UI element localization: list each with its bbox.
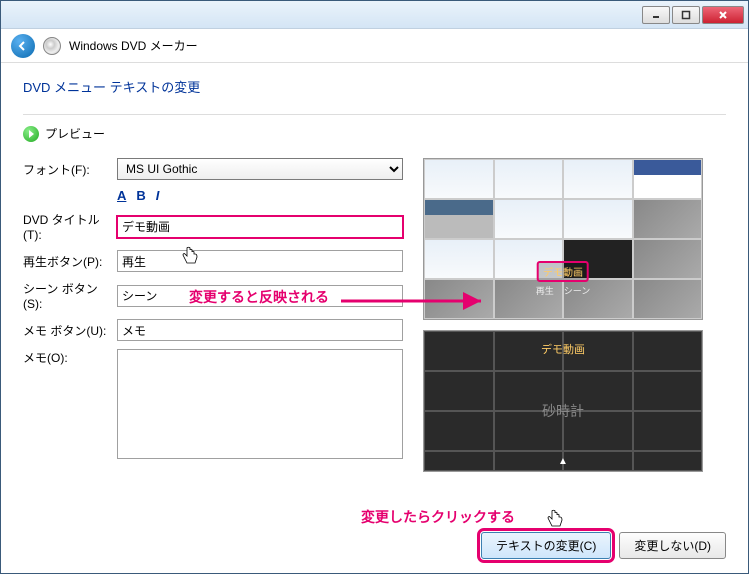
note-textarea[interactable] [117,349,403,459]
preview-menu-title: デモ動画 [537,261,589,282]
preview-sub-text: 砂時計 [424,401,702,421]
minimize-button[interactable] [642,6,670,24]
italic-button[interactable]: I [156,188,160,203]
preview-sub-title: デモ動画 [424,341,702,357]
form-panel: フォント(F): MS UI Gothic A B I DVD タイトル(T):… [23,158,403,467]
preview-panel: デモ動画 再生 シーン デモ動画 砂時計 ▲ [423,158,703,472]
preview-button[interactable]: プレビュー [23,125,105,142]
underline-button[interactable]: A [117,188,126,203]
dvd-icon [43,37,61,55]
cursor-hand-icon [546,509,564,534]
titlebar [1,1,748,29]
note-label: メモ(O): [23,349,113,366]
preview-grid-bottom: デモ動画 砂時計 ▲ [423,330,703,472]
maximize-button[interactable] [672,6,700,24]
button-bar: テキストの変更(C) 変更しない(D) [481,532,726,559]
change-text-button[interactable]: テキストの変更(C) [481,532,611,559]
play-icon [23,126,39,142]
window-title: Windows DVD メーカー [69,37,198,54]
close-button[interactable] [702,6,744,24]
app-window: Windows DVD メーカー DVD メニュー テキストの変更 プレビュー … [0,0,749,574]
back-button[interactable] [11,34,35,58]
annotation-click: 変更したらクリックする [361,507,515,527]
play-label: 再生ボタン(P): [23,253,113,270]
dvd-title-input[interactable] [117,216,403,238]
preview-grid-top: デモ動画 再生 シーン [423,158,703,320]
scene-button-input[interactable] [117,285,403,307]
up-arrow-icon: ▲ [558,456,568,467]
bold-button[interactable]: B [136,188,145,203]
page-title: DVD メニュー テキストの変更 [23,77,726,96]
font-select[interactable]: MS UI Gothic [117,158,403,180]
divider [23,114,726,115]
no-change-button[interactable]: 変更しない(D) [619,532,726,559]
note-btn-label: メモ ボタン(U): [23,322,113,339]
play-button-input[interactable] [117,250,403,272]
note-button-input[interactable] [117,319,403,341]
header-bar: Windows DVD メーカー [1,29,748,63]
scene-label: シーン ボタン(S): [23,280,113,311]
content-area: DVD メニュー テキストの変更 プレビュー フォント(F): MS UI Go… [1,63,748,486]
font-label: フォント(F): [23,161,113,178]
style-buttons: A B I [117,188,403,203]
title-label: DVD タイトル(T): [23,211,113,242]
preview-label: プレビュー [45,125,105,142]
